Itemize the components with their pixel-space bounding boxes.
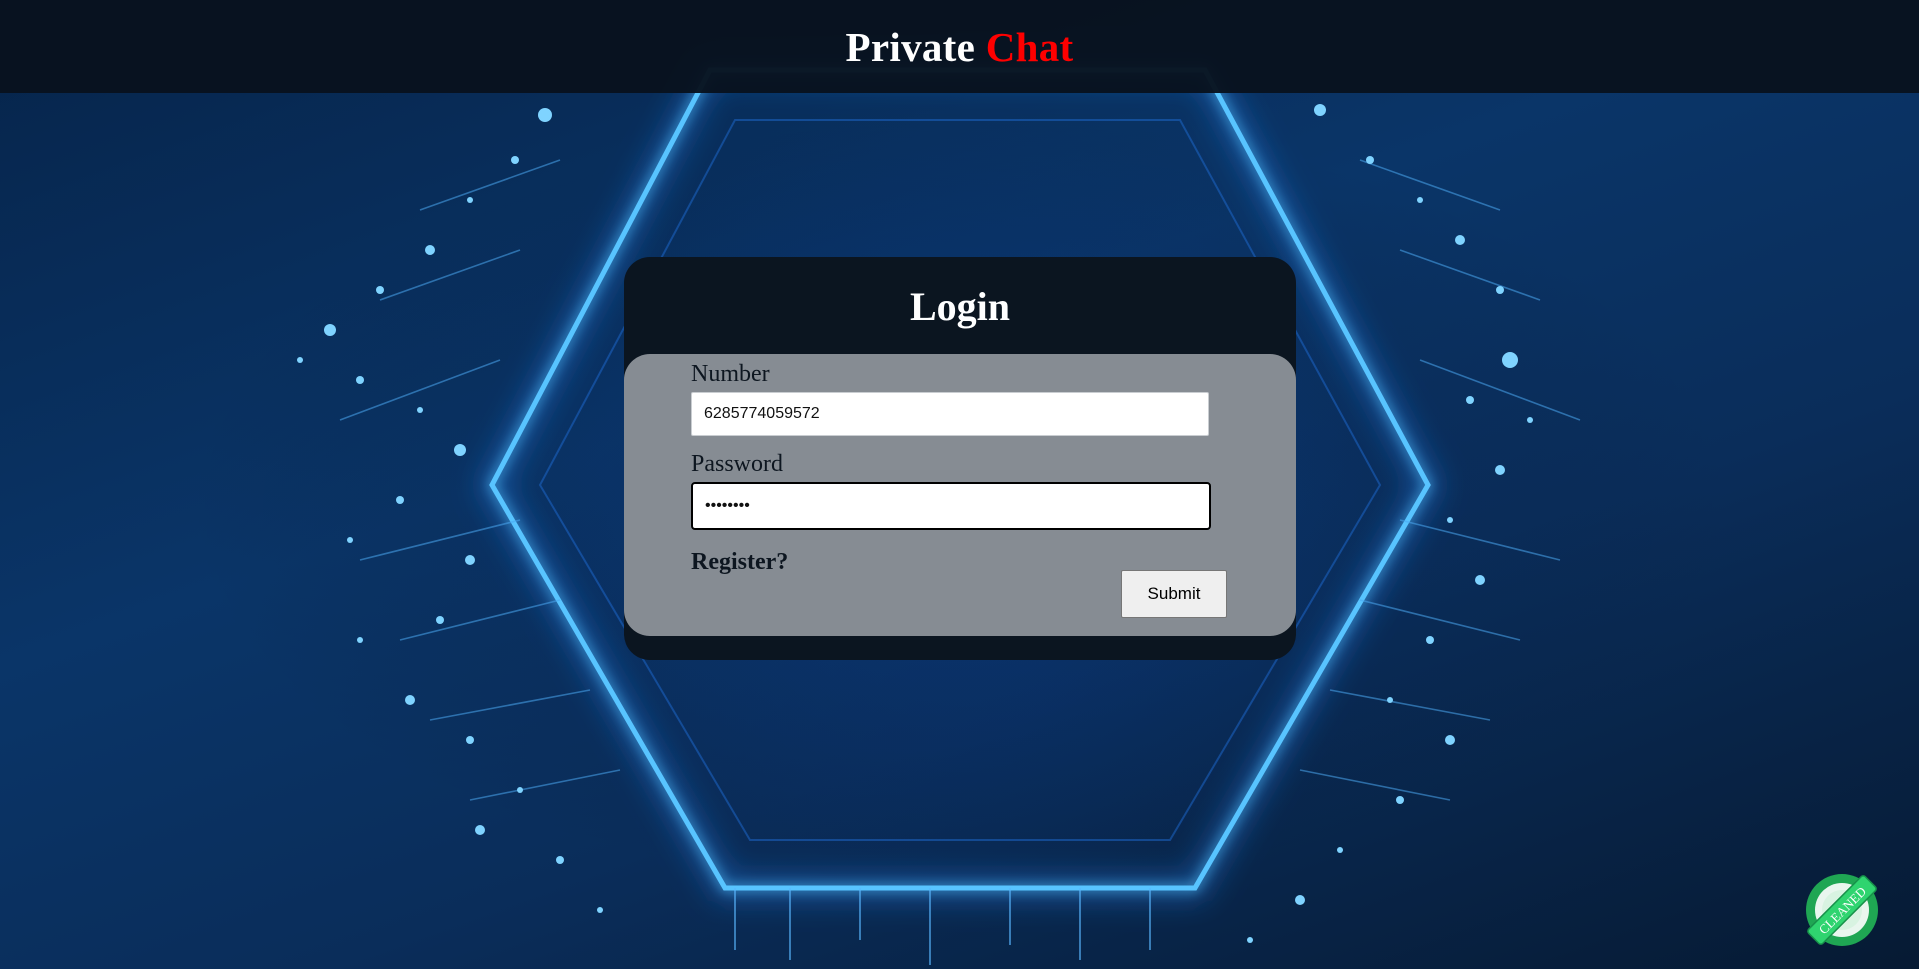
top-header: Private Chat bbox=[0, 0, 1919, 93]
register-link[interactable]: Register? bbox=[691, 549, 788, 576]
brand-title: Private Chat bbox=[846, 23, 1074, 71]
password-label: Password bbox=[691, 451, 784, 477]
page: Private Chat Login Number Password Regis… bbox=[0, 0, 1919, 969]
cleaned-badge-icon: CLEANED bbox=[1806, 874, 1878, 946]
submit-button[interactable]: Submit bbox=[1121, 570, 1227, 618]
login-title: Login bbox=[909, 283, 1011, 329]
password-input[interactable] bbox=[691, 482, 1211, 530]
brand-title-main: Private bbox=[845, 23, 986, 70]
login-form: Number Password Register? Submit bbox=[624, 354, 1296, 636]
number-input[interactable] bbox=[691, 392, 1209, 436]
brand-title-accent: Chat bbox=[985, 23, 1074, 70]
number-label: Number bbox=[691, 361, 770, 387]
login-card: Login Number Password Register? Submit bbox=[624, 257, 1296, 660]
